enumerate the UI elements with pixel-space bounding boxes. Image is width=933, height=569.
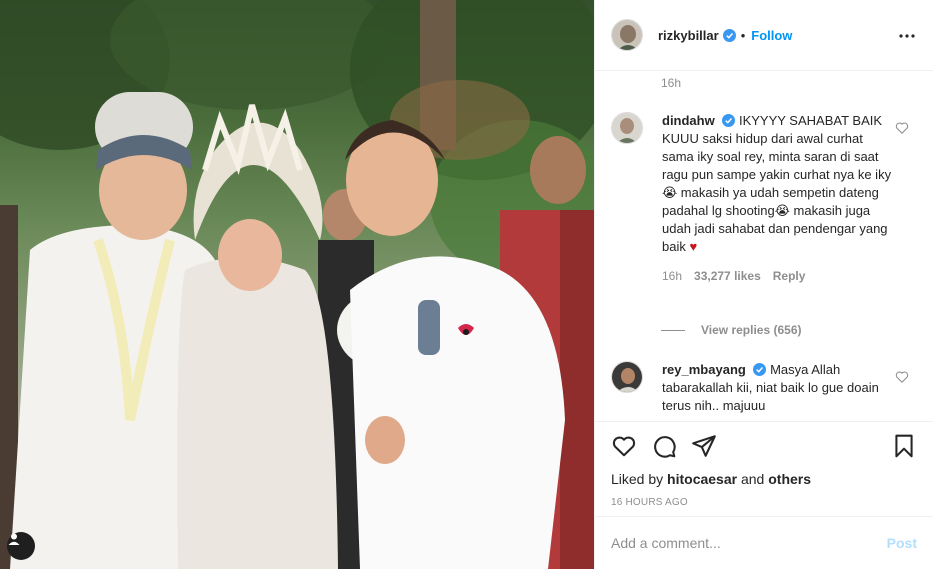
post-timestamp[interactable]: 16 HOURS AGO [611, 497, 917, 508]
add-comment-form: Post [595, 516, 933, 569]
comment-body: dindahw IKYYYY SAHABAT BAIK KUUU saksi h… [662, 112, 892, 285]
verified-badge-icon [753, 363, 767, 376]
caption-timestamp: 16h [661, 76, 682, 90]
liked-by-text: Liked by hitocaesar and others [611, 470, 917, 488]
comment-item: dindahw IKYYYY SAHABAT BAIK KUUU saksi h… [611, 112, 917, 285]
verified-badge-icon [722, 28, 736, 42]
heart-emoji: ♥ [689, 239, 698, 254]
comment-likes[interactable]: 33,277 likes [694, 267, 761, 285]
comment-time[interactable]: 16h [662, 267, 682, 285]
user-icon [8, 533, 20, 545]
comment-bubble-icon[interactable] [651, 433, 677, 459]
add-comment-input[interactable] [611, 535, 887, 551]
commenter-avatar[interactable] [611, 112, 643, 144]
post-actions: Liked by hitocaesar and others 16 HOURS … [595, 421, 933, 508]
like-heart-icon[interactable] [611, 433, 637, 459]
view-replies-button[interactable]: View replies (656) [661, 323, 802, 337]
follow-button[interactable]: Follow [751, 28, 792, 43]
post-panel: rizkybillar • Follow 16h dindahw IKYYYY … [594, 0, 933, 569]
action-bar [611, 422, 917, 470]
more-options-icon[interactable] [897, 26, 917, 46]
comment-username[interactable]: rey_mbayang [662, 362, 746, 377]
like-comment-heart-icon[interactable] [895, 370, 909, 384]
view-replies-label: View replies (656) [701, 323, 802, 337]
save-bookmark-icon[interactable] [891, 433, 917, 459]
commenter-avatar[interactable] [611, 361, 643, 393]
tagged-user-button[interactable] [7, 532, 35, 560]
liked-by-others[interactable]: others [768, 471, 811, 487]
comment-item: rey_mbayang Masya Allah tabarakallah kii… [611, 361, 917, 415]
liked-by-prefix: Liked by [611, 471, 664, 487]
author-avatar[interactable] [611, 19, 643, 51]
comment-username[interactable]: dindahw [662, 113, 715, 128]
header-separator: • [740, 27, 746, 43]
comments-list[interactable]: 16h dindahw IKYYYY SAHABAT BAIK KUUU sak… [595, 72, 933, 421]
post-comment-button[interactable]: Post [887, 535, 917, 551]
liked-by-user[interactable]: hitocaesar [667, 471, 737, 487]
share-paper-plane-icon[interactable] [691, 433, 717, 459]
comment-body: rey_mbayang Masya Allah tabarakallah kii… [662, 361, 892, 415]
verified-badge-icon [722, 114, 736, 127]
post-photo[interactable] [0, 0, 594, 569]
reply-button[interactable]: Reply [773, 267, 806, 285]
replies-divider-line [661, 329, 685, 331]
like-comment-heart-icon[interactable] [895, 121, 909, 135]
post-header: rizkybillar • Follow [595, 0, 933, 71]
comment-meta: 16h 33,277 likes Reply [662, 267, 892, 285]
author-username[interactable]: rizkybillar [658, 28, 719, 43]
liked-by-and: and [740, 471, 765, 487]
wedding-photo-illustration [0, 0, 594, 569]
comment-text: IKYYYY SAHABAT BAIK KUUU saksi hidup dar… [662, 113, 892, 254]
